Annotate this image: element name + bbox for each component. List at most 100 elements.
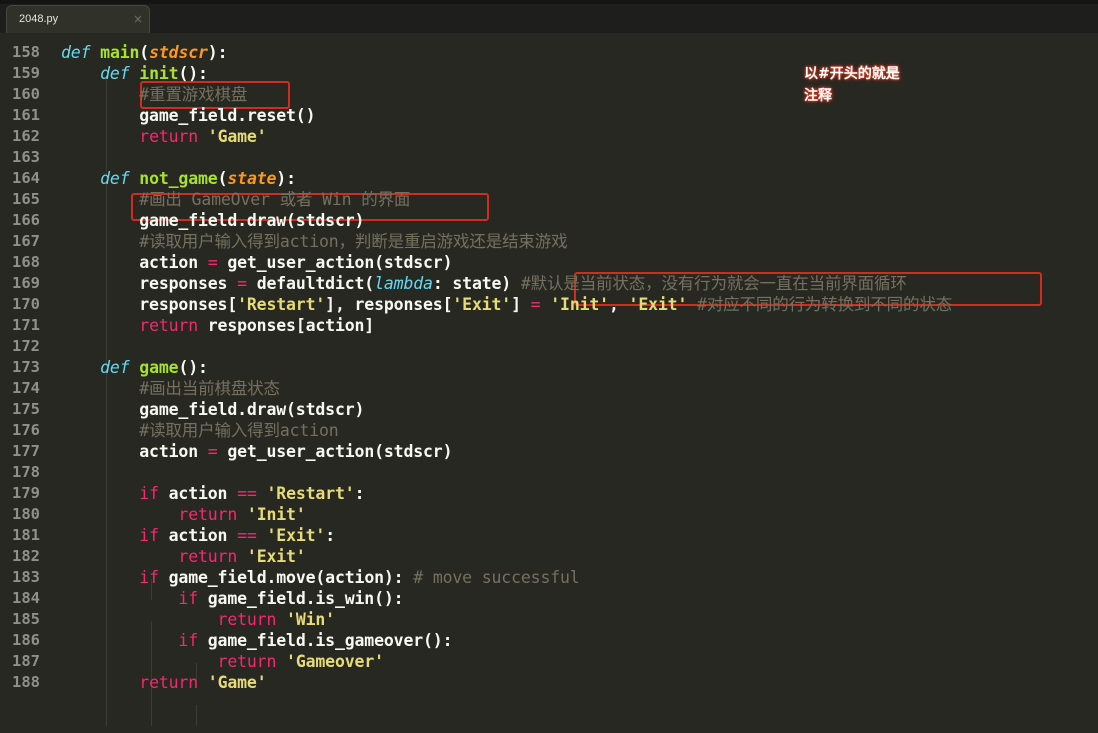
code-token: return: [139, 316, 198, 335]
code-text: def not_game(state):: [61, 168, 296, 189]
code-line[interactable]: 170 responses['Restart'], responses['Exi…: [0, 294, 1098, 315]
line-number: 186: [12, 631, 40, 649]
code-line[interactable]: 181 if action == 'Exit':: [0, 525, 1098, 546]
code-token: get_user_action(stdscr): [217, 253, 453, 272]
code-token: lambda: [374, 274, 433, 293]
code-line[interactable]: 174 #画出当前棋盘状态: [0, 378, 1098, 399]
code-token: game_field.move(action):: [158, 568, 414, 587]
code-token: action: [61, 442, 208, 461]
code-line[interactable]: 158 def main(stdscr):: [0, 42, 1098, 63]
code-line[interactable]: 183 if game_field.move(action): # move s…: [0, 567, 1098, 588]
code-line[interactable]: 171 return responses[action]: [0, 315, 1098, 336]
code-line[interactable]: 177 action = get_user_action(stdscr): [0, 441, 1098, 462]
line-number: 163: [12, 148, 40, 166]
code-line[interactable]: 187 return 'Gameover': [0, 651, 1098, 672]
code-line[interactable]: 160 #重置游戏棋盘: [0, 84, 1098, 105]
code-comment: #默认是当前状态，没有行为就会一直在当前界面循环: [520, 274, 907, 293]
code-line[interactable]: 168 action = get_user_action(stdscr): [0, 252, 1098, 273]
code-text: return 'Gameover': [61, 651, 384, 672]
code-comment: #画出 GameOver 或者 Win 的界面: [139, 190, 411, 209]
code-token: =: [530, 295, 541, 314]
code-line[interactable]: 180 return 'Init': [0, 504, 1098, 525]
code-line[interactable]: 179 if action == 'Restart':: [0, 483, 1098, 504]
line-number: 174: [12, 379, 40, 397]
line-number: 180: [12, 505, 40, 523]
code-token: 'Win': [286, 610, 335, 629]
code-text: if action == 'Exit':: [61, 525, 335, 546]
code-line[interactable]: 173 def game():: [0, 357, 1098, 378]
code-text: def init():: [61, 63, 208, 84]
line-number: 183: [12, 568, 40, 586]
line-number: 171: [12, 316, 40, 334]
code-line[interactable]: 163: [0, 147, 1098, 168]
code-line[interactable]: 165 #画出 GameOver 或者 Win 的界面: [0, 189, 1098, 210]
code-line[interactable]: 178: [0, 462, 1098, 483]
code-token: state: [227, 169, 277, 188]
line-number: 175: [12, 400, 40, 418]
code-line[interactable]: 166 game_field.draw(stdscr): [0, 210, 1098, 231]
code-text: return 'Game': [61, 126, 266, 147]
code-token: return: [139, 673, 198, 692]
code-token: return: [139, 127, 198, 146]
close-icon[interactable]: ×: [133, 12, 143, 26]
code-token: (: [139, 43, 150, 62]
line-number: 159: [12, 64, 40, 82]
code-text: game_field.draw(stdscr): [61, 399, 364, 420]
code-text: if game_field.move(action): # move succe…: [61, 567, 579, 588]
code-line[interactable]: 188 return 'Game': [0, 672, 1098, 693]
code-token: 'Exit': [266, 526, 326, 545]
line-number: 161: [12, 106, 40, 124]
code-token: return: [178, 505, 238, 524]
code-token: game_field.is_gameover():: [197, 631, 453, 650]
indent-guide: [196, 705, 197, 726]
tab-2048-py[interactable]: 2048.py ×: [6, 5, 150, 33]
code-line[interactable]: 175 game_field.draw(stdscr): [0, 399, 1098, 420]
line-number: 181: [12, 526, 40, 544]
code-line[interactable]: 169 responses = defaultdict(lambda: stat…: [0, 273, 1098, 294]
line-number: 170: [12, 295, 40, 313]
code-text: return 'Init': [61, 504, 305, 525]
code-token: responses[action]: [197, 316, 375, 335]
code-token: ,: [608, 295, 629, 314]
code-text: def game():: [61, 357, 208, 378]
code-token: 'Init': [550, 295, 609, 314]
code-token: responses: [61, 274, 238, 293]
code-token: ], responses[: [325, 295, 453, 314]
code-text: if action == 'Restart':: [61, 483, 364, 504]
code-text: return 'Game': [61, 672, 266, 693]
code-line[interactable]: 162 return 'Game': [0, 126, 1098, 147]
code-line[interactable]: 184 if game_field.is_win():: [0, 588, 1098, 609]
code-comment: #重置游戏棋盘: [139, 85, 248, 104]
code-token: if: [139, 526, 159, 545]
code-line[interactable]: 172: [0, 336, 1098, 357]
code-line[interactable]: 185 return 'Win': [0, 609, 1098, 630]
line-number: 176: [12, 421, 40, 439]
code-line[interactable]: 176 #读取用户输入得到action: [0, 420, 1098, 441]
line-number: 177: [12, 442, 40, 460]
code-line[interactable]: 167 #读取用户输入得到action，判断是重启游戏还是结束游戏: [0, 231, 1098, 252]
code-line[interactable]: 186 if game_field.is_gameover():: [0, 630, 1098, 651]
code-line[interactable]: 161 game_field.reset(): [0, 105, 1098, 126]
line-number: 165: [12, 190, 40, 208]
code-line[interactable]: 182 return 'Exit': [0, 546, 1098, 567]
code-line[interactable]: 159 def init():: [0, 63, 1098, 84]
code-text: return 'Win': [61, 609, 336, 630]
code-token: 'Gameover': [286, 652, 384, 671]
code-line[interactable]: 164 def not_game(state):: [0, 168, 1098, 189]
code-editor[interactable]: 以#开头的就是 注释 158 def main(stdscr): 159 def i…: [0, 33, 1098, 733]
code-text: #读取用户输入得到action: [61, 420, 338, 441]
code-text: #画出当前棋盘状态: [61, 378, 280, 399]
